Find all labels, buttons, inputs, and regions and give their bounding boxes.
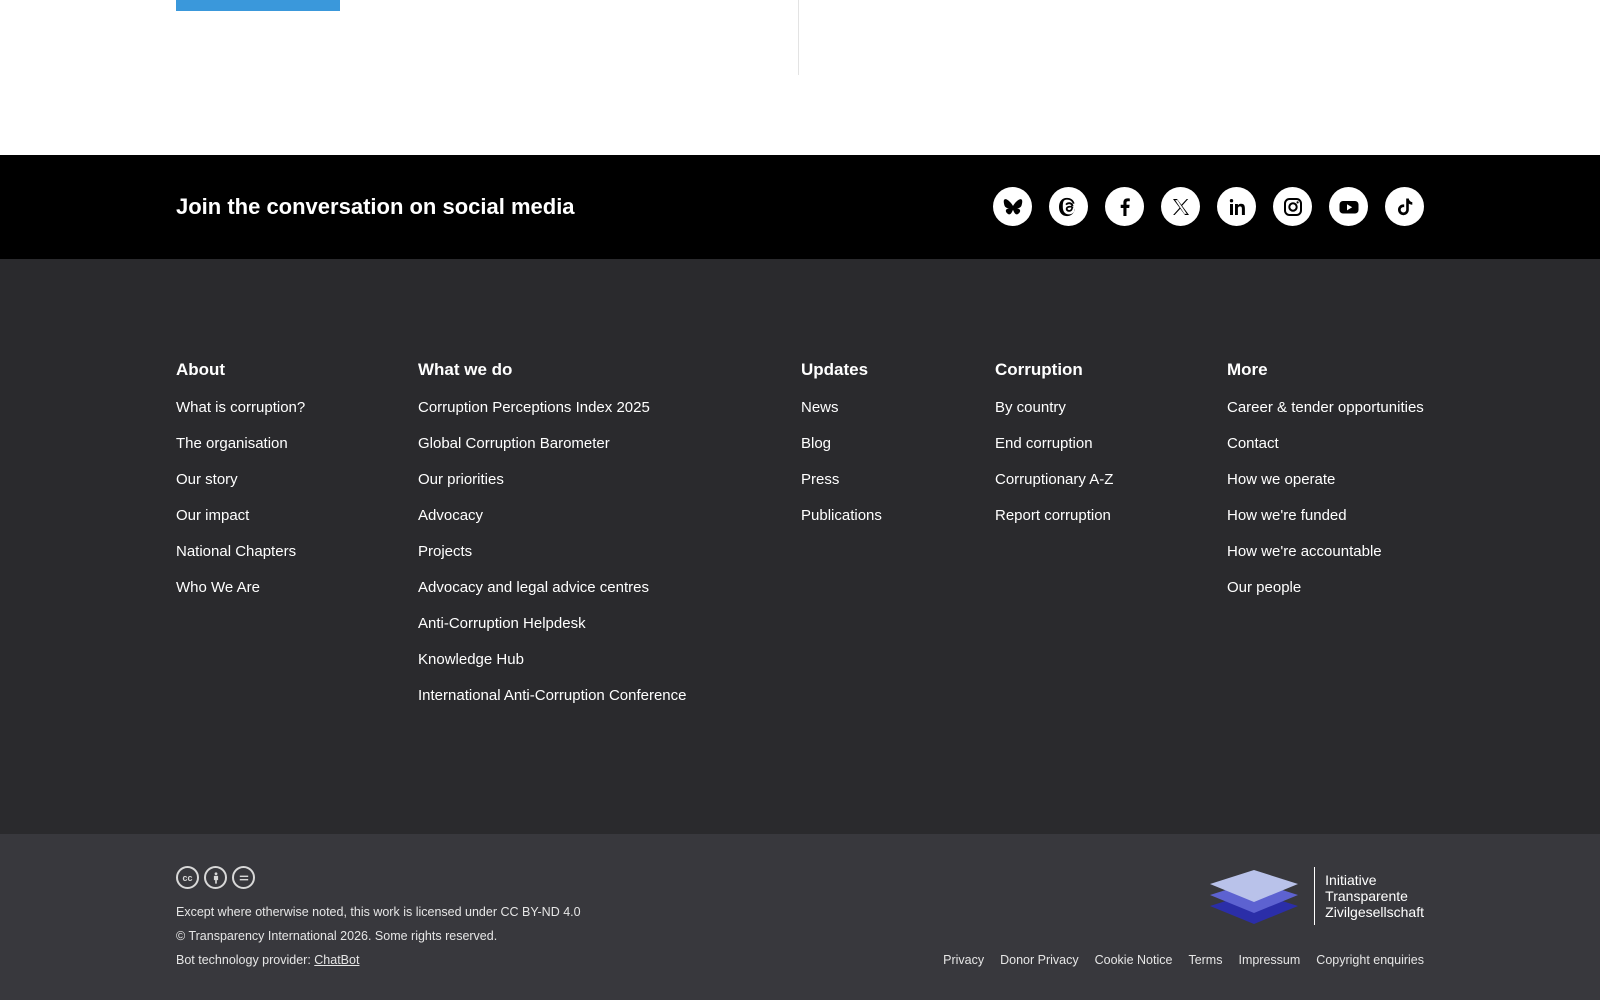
footer-link-careers[interactable]: Career & tender opportunities bbox=[1227, 398, 1424, 417]
social-heading: Join the conversation on social media bbox=[176, 194, 575, 219]
footer-column-what-we-do: What we do Corruption Perceptions Index … bbox=[418, 359, 687, 722]
footer-link-blog[interactable]: Blog bbox=[801, 434, 831, 453]
footer-heading-more: More bbox=[1227, 360, 1268, 379]
chatbot-link[interactable]: ChatBot bbox=[314, 953, 359, 967]
footer-link-news[interactable]: News bbox=[801, 398, 839, 417]
footer-link-corruptionary[interactable]: Corruptionary A-Z bbox=[995, 470, 1113, 489]
footer-link-the-organisation[interactable]: The organisation bbox=[176, 434, 288, 453]
legal-links: Privacy Donor Privacy Cookie Notice Term… bbox=[943, 952, 1424, 968]
footer-heading-about: About bbox=[176, 360, 226, 379]
x-icon[interactable] bbox=[1161, 187, 1200, 226]
bluesky-icon[interactable] bbox=[993, 187, 1032, 226]
legal-link-impressum[interactable]: Impressum bbox=[1238, 952, 1300, 968]
footer-bottom: cc Except where otherwise noted, this wo… bbox=[0, 834, 1600, 1000]
bot-provider-line: Bot technology provider: ChatBot bbox=[176, 952, 359, 968]
logo-divider bbox=[1314, 867, 1316, 925]
footer-link-how-accountable[interactable]: How we're accountable bbox=[1227, 542, 1382, 561]
by-icon bbox=[204, 866, 227, 889]
itz-partner-logo[interactable]: Initiative Transparente Zivilgesellschaf… bbox=[1206, 866, 1424, 926]
license-notice: Except where otherwise noted, this work … bbox=[176, 905, 581, 919]
linkedin-icon[interactable] bbox=[1217, 187, 1256, 226]
footer-heading-what-we-do: What we do bbox=[418, 360, 513, 379]
social-icons bbox=[993, 187, 1424, 226]
footer-link-our-people[interactable]: Our people bbox=[1227, 578, 1301, 597]
footer-link-gcb[interactable]: Global Corruption Barometer bbox=[418, 434, 610, 453]
footer-link-our-priorities[interactable]: Our priorities bbox=[418, 470, 504, 489]
partner-logo-line-2: Transparente bbox=[1325, 888, 1408, 904]
legal-link-cookie-notice[interactable]: Cookie Notice bbox=[1095, 952, 1173, 968]
facebook-icon[interactable] bbox=[1105, 187, 1144, 226]
footer-link-our-impact[interactable]: Our impact bbox=[176, 506, 249, 525]
nd-icon bbox=[232, 866, 255, 889]
instagram-icon[interactable] bbox=[1273, 187, 1312, 226]
legal-link-terms[interactable]: Terms bbox=[1188, 952, 1222, 968]
footer-link-press[interactable]: Press bbox=[801, 470, 839, 489]
footer-link-knowledge-hub[interactable]: Knowledge Hub bbox=[418, 650, 524, 669]
footer-link-what-is-corruption[interactable]: What is corruption? bbox=[176, 398, 305, 417]
social-media-bar: Join the conversation on social media bbox=[0, 155, 1600, 259]
cc-license-icons: cc bbox=[176, 866, 255, 889]
footer-navigation: About What is corruption? The organisati… bbox=[0, 259, 1600, 834]
footer-column-updates: Updates News Blog Press Publications bbox=[801, 359, 882, 542]
footer-link-contact[interactable]: Contact bbox=[1227, 434, 1279, 453]
footer-link-end-corruption[interactable]: End corruption bbox=[995, 434, 1093, 453]
footer-link-our-story[interactable]: Our story bbox=[176, 470, 238, 489]
action-button[interactable] bbox=[176, 0, 340, 11]
footer-link-iacc[interactable]: International Anti-Corruption Conference bbox=[418, 686, 687, 705]
layers-logo-icon bbox=[1210, 870, 1299, 924]
legal-link-copyright-enquiries[interactable]: Copyright enquiries bbox=[1316, 952, 1424, 968]
footer-link-report-corruption[interactable]: Report corruption bbox=[995, 506, 1111, 525]
footer-link-cpi[interactable]: Corruption Perceptions Index 2025 bbox=[418, 398, 650, 417]
footer-heading-updates: Updates bbox=[801, 360, 869, 379]
legal-link-privacy[interactable]: Privacy bbox=[943, 952, 984, 968]
youtube-icon[interactable] bbox=[1329, 187, 1368, 226]
footer-column-corruption: Corruption By country End corruption Cor… bbox=[995, 359, 1113, 542]
footer-link-advocacy[interactable]: Advocacy bbox=[418, 506, 483, 525]
partner-logo-line-3: Zivilgesellschaft bbox=[1325, 904, 1424, 920]
legal-link-donor-privacy[interactable]: Donor Privacy bbox=[1000, 952, 1079, 968]
threads-icon[interactable] bbox=[1049, 187, 1088, 226]
footer-heading-corruption: Corruption bbox=[995, 360, 1083, 379]
footer-column-about: About What is corruption? The organisati… bbox=[176, 359, 305, 614]
partner-logo-line-1: Initiative bbox=[1325, 872, 1377, 888]
content-area-end bbox=[0, 0, 1600, 155]
footer-column-more: More Career & tender opportunities Conta… bbox=[1227, 359, 1424, 614]
footer-link-how-we-operate[interactable]: How we operate bbox=[1227, 470, 1335, 489]
partner-logo-text: Initiative Transparente Zivilgesellschaf… bbox=[1325, 872, 1424, 920]
footer-link-helpdesk[interactable]: Anti-Corruption Helpdesk bbox=[418, 614, 586, 633]
footer-link-by-country[interactable]: By country bbox=[995, 398, 1066, 417]
cc-icon: cc bbox=[176, 866, 199, 889]
footer-link-projects[interactable]: Projects bbox=[418, 542, 472, 561]
footer-link-how-funded[interactable]: How we're funded bbox=[1227, 506, 1347, 525]
footer-link-alac[interactable]: Advocacy and legal advice centres bbox=[418, 578, 649, 597]
footer-link-who-we-are[interactable]: Who We Are bbox=[176, 578, 260, 597]
copyright-notice: © Transparency International 2026. Some … bbox=[176, 929, 498, 943]
vertical-divider bbox=[798, 0, 799, 75]
tiktok-icon[interactable] bbox=[1385, 187, 1424, 226]
bot-provider-label: Bot technology provider: bbox=[176, 953, 315, 967]
footer-link-publications[interactable]: Publications bbox=[801, 506, 882, 525]
footer-link-national-chapters[interactable]: National Chapters bbox=[176, 542, 296, 561]
